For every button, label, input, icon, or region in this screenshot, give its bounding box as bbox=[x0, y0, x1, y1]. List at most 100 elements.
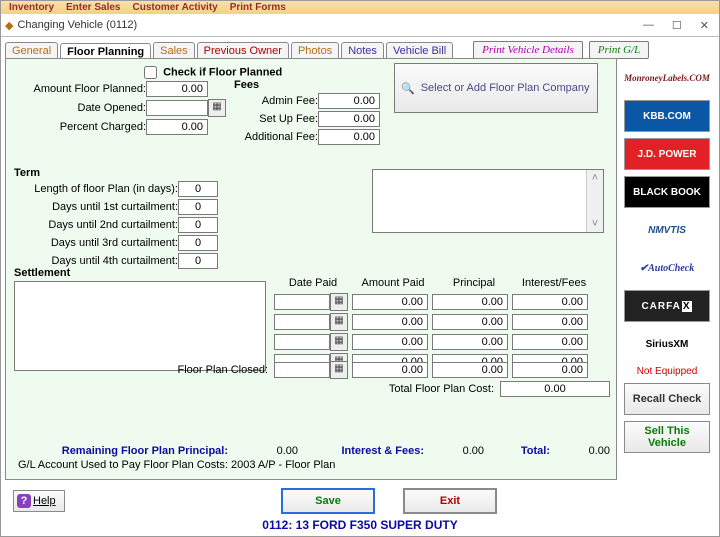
help-label: Help bbox=[33, 495, 56, 507]
closed-amount-input[interactable] bbox=[352, 362, 428, 378]
calendar-icon[interactable]: ▦ bbox=[330, 361, 348, 379]
closed-principal-input[interactable] bbox=[432, 362, 508, 378]
row2-principal-input[interactable] bbox=[432, 314, 508, 330]
sell-this-vehicle-button[interactable]: Sell This Vehicle bbox=[624, 421, 710, 453]
closed-date-input[interactable] bbox=[274, 362, 330, 378]
label-admin-fee: Admin Fee: bbox=[234, 95, 318, 107]
tab-notes[interactable]: Notes bbox=[341, 42, 384, 59]
setup-fee-input[interactable] bbox=[318, 111, 380, 127]
label-total: Total: bbox=[500, 445, 550, 457]
row1-date-input[interactable] bbox=[274, 294, 330, 310]
row3-amount-input[interactable] bbox=[352, 334, 428, 350]
close-button[interactable]: ✕ bbox=[700, 19, 709, 32]
curtailment3-input[interactable] bbox=[178, 235, 218, 251]
check-floor-planned[interactable] bbox=[144, 66, 157, 79]
siriusxm-button[interactable]: SiriusXM bbox=[624, 328, 710, 360]
label-c3: Days until 3rd curtailment: bbox=[14, 237, 178, 249]
carfax-button[interactable]: CARFAX bbox=[624, 290, 710, 322]
row2-interest-input[interactable] bbox=[512, 314, 588, 330]
label-additional-fee: Additional Fee: bbox=[234, 131, 318, 143]
maximize-button[interactable]: ☐ bbox=[672, 19, 682, 32]
tab-sales[interactable]: Sales bbox=[153, 42, 195, 59]
autocheck-button[interactable]: ✔AutoCheck bbox=[624, 252, 710, 284]
nmvtis-button[interactable]: NMVTIS bbox=[624, 214, 710, 246]
row1-principal-input[interactable] bbox=[432, 294, 508, 310]
help-button[interactable]: ? Help bbox=[13, 490, 65, 512]
label-c1: Days until 1st curtailment: bbox=[14, 201, 178, 213]
jdpower-button[interactable]: J.D. POWER bbox=[624, 138, 710, 170]
label-length: Length of floor Plan (in days): bbox=[14, 183, 178, 195]
row2-date-input[interactable] bbox=[274, 314, 330, 330]
not-equipped-label: Not Equipped bbox=[637, 366, 698, 377]
fees-label: Fees bbox=[234, 79, 380, 91]
label-closed: Floor Plan Closed: bbox=[164, 364, 268, 376]
scrollbar[interactable]: ˄˅ bbox=[586, 170, 603, 232]
scroll-down-icon[interactable]: ˅ bbox=[592, 218, 598, 230]
calendar-icon[interactable]: ▦ bbox=[208, 99, 226, 117]
row1-amount-input[interactable] bbox=[352, 294, 428, 310]
black-book-button[interactable]: BLACK BOOK bbox=[624, 176, 710, 208]
label-date-opened: Date Opened: bbox=[6, 102, 146, 114]
window-title: Changing Vehicle (0112) bbox=[17, 19, 642, 31]
value-remaining: 0.00 bbox=[228, 445, 298, 457]
closed-interest-input[interactable] bbox=[512, 362, 588, 378]
value-total: 0.00 bbox=[550, 445, 610, 457]
calendar-icon[interactable]: ▦ bbox=[330, 313, 348, 331]
scroll-up-icon[interactable]: ˄ bbox=[592, 172, 598, 184]
label-remaining: Remaining Floor Plan Principal: bbox=[18, 445, 228, 457]
value-interest-fees: 0.00 bbox=[424, 445, 484, 457]
label-percent: Percent Charged: bbox=[6, 121, 146, 133]
row2-amount-input[interactable] bbox=[352, 314, 428, 330]
status-line: 0112: 13 FORD F350 SUPER DUTY bbox=[1, 518, 719, 532]
tab-previous-owner[interactable]: Previous Owner bbox=[197, 42, 289, 59]
check-floor-planned-label: Check if Floor Planned bbox=[163, 66, 282, 78]
label-setup-fee: Set Up Fee: bbox=[234, 113, 318, 125]
tab-photos[interactable]: Photos bbox=[291, 42, 339, 59]
label-total-cost: Total Floor Plan Cost: bbox=[366, 383, 494, 395]
total-cost-input[interactable] bbox=[500, 381, 610, 397]
app-icon: ◆ bbox=[5, 19, 13, 32]
row3-date-input[interactable] bbox=[274, 334, 330, 350]
kbb-button[interactable]: KBB.COM bbox=[624, 100, 710, 132]
menu-customer-activity[interactable]: Customer Activity bbox=[133, 2, 218, 14]
row3-interest-input[interactable] bbox=[512, 334, 588, 350]
admin-fee-input[interactable] bbox=[318, 93, 380, 109]
menu-inventory[interactable]: Inventory bbox=[9, 2, 54, 14]
amount-floor-planned-input[interactable] bbox=[146, 81, 208, 97]
additional-fee-input[interactable] bbox=[318, 129, 380, 145]
recall-check-button[interactable]: Recall Check bbox=[624, 383, 710, 415]
label-amount: Amount Floor Planned: bbox=[6, 83, 146, 95]
col-date-paid: Date Paid bbox=[274, 277, 352, 289]
menu-print-forms[interactable]: Print Forms bbox=[230, 2, 286, 14]
label-c2: Days until 2nd curtailment: bbox=[14, 219, 178, 231]
gl-account-label: G/L Account Used to Pay Floor Plan Costs… bbox=[18, 459, 335, 471]
exit-button[interactable]: Exit bbox=[403, 488, 497, 514]
tab-general[interactable]: General bbox=[5, 42, 58, 59]
print-vehicle-details-button[interactable]: Print Vehicle Details bbox=[473, 41, 583, 59]
select-company-label: Select or Add Floor Plan Company bbox=[421, 82, 590, 94]
calendar-icon[interactable]: ▦ bbox=[330, 293, 348, 311]
tab-vehicle-bill[interactable]: Vehicle Bill bbox=[386, 42, 453, 59]
row3-principal-input[interactable] bbox=[432, 334, 508, 350]
monroney-labels-button[interactable]: MonroneyLabels.COM bbox=[624, 62, 710, 94]
save-button[interactable]: Save bbox=[281, 488, 375, 514]
help-icon: ? bbox=[17, 494, 31, 508]
length-input[interactable] bbox=[178, 181, 218, 197]
settlement-listbox[interactable] bbox=[14, 281, 266, 371]
date-opened-input[interactable] bbox=[146, 100, 208, 116]
term-label: Term bbox=[14, 167, 218, 179]
curtailment1-input[interactable] bbox=[178, 199, 218, 215]
minimize-button[interactable]: — bbox=[643, 19, 654, 32]
notes-textarea[interactable]: ˄˅ bbox=[372, 169, 604, 233]
percent-charged-input[interactable] bbox=[146, 119, 208, 135]
print-gl-button[interactable]: Print G/L bbox=[589, 41, 649, 59]
calendar-icon[interactable]: ▦ bbox=[330, 333, 348, 351]
curtailment2-input[interactable] bbox=[178, 217, 218, 233]
col-amount-paid: Amount Paid bbox=[352, 277, 434, 289]
col-principal: Principal bbox=[434, 277, 514, 289]
row1-interest-input[interactable] bbox=[512, 294, 588, 310]
search-icon: 🔍 bbox=[401, 82, 415, 95]
menu-enter-sales[interactable]: Enter Sales bbox=[66, 2, 120, 14]
select-floor-plan-company-button[interactable]: 🔍 Select or Add Floor Plan Company bbox=[394, 63, 598, 113]
label-interest-fees: Interest & Fees: bbox=[314, 445, 424, 457]
